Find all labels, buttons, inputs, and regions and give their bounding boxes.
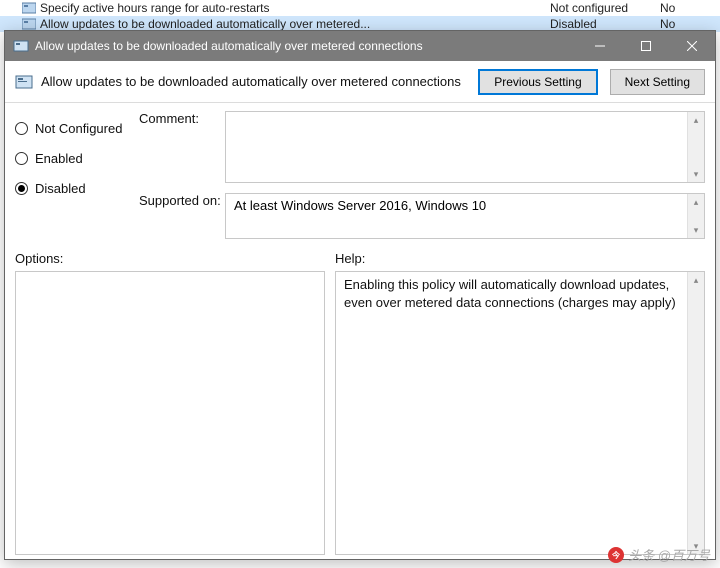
radio-label: Disabled xyxy=(35,181,86,196)
options-panel xyxy=(15,271,325,555)
maximize-button[interactable] xyxy=(623,31,669,61)
svg-text:今: 今 xyxy=(611,550,620,560)
supported-on-box: At least Windows Server 2016, Windows 10… xyxy=(225,193,705,239)
watermark-text: 头条 @百万号 xyxy=(628,545,710,564)
comment-label: Comment: xyxy=(139,111,225,126)
dialog-heading: Allow updates to be downloaded automatic… xyxy=(41,74,478,89)
scroll-up-icon: ▴ xyxy=(694,194,699,210)
options-label: Options: xyxy=(15,245,325,271)
policy-comment-col: No xyxy=(660,17,720,31)
scrollbar[interactable]: ▴▾ xyxy=(687,272,704,554)
scrollbar[interactable]: ▴▾ xyxy=(687,194,704,238)
next-setting-button[interactable]: Next Setting xyxy=(610,69,705,95)
policy-name: Specify active hours range for auto-rest… xyxy=(40,1,550,15)
scroll-down-icon: ▾ xyxy=(694,222,699,238)
policy-comment-col: No xyxy=(660,1,720,15)
help-label: Help: xyxy=(335,245,705,271)
watermark: 今 头条 @百万号 xyxy=(608,545,710,564)
close-button[interactable] xyxy=(669,31,715,61)
help-text: Enabling this policy will automatically … xyxy=(344,277,676,310)
scrollbar[interactable]: ▴▾ xyxy=(687,112,704,182)
help-panel: Enabling this policy will automatically … xyxy=(335,271,705,555)
titlebar[interactable]: Allow updates to be downloaded automatic… xyxy=(5,31,715,61)
dialog-header: Allow updates to be downloaded automatic… xyxy=(5,61,715,103)
scroll-up-icon: ▴ xyxy=(694,272,699,288)
supported-on-text: At least Windows Server 2016, Windows 10 xyxy=(234,198,486,213)
supported-label: Supported on: xyxy=(139,193,225,239)
policy-state: Not configured xyxy=(550,1,660,15)
policy-state: Disabled xyxy=(550,17,660,31)
scroll-up-icon: ▴ xyxy=(694,112,699,128)
policy-name: Allow updates to be downloaded automatic… xyxy=(40,17,550,31)
radio-icon xyxy=(15,152,28,165)
window-title: Allow updates to be downloaded automatic… xyxy=(35,39,577,53)
policy-icon xyxy=(22,1,36,15)
minimize-button[interactable] xyxy=(577,31,623,61)
previous-setting-button[interactable]: Previous Setting xyxy=(478,69,597,95)
scroll-down-icon: ▾ xyxy=(694,166,699,182)
radio-label: Enabled xyxy=(35,151,83,166)
policy-icon xyxy=(15,73,33,91)
disabled-radio[interactable]: Disabled xyxy=(15,173,139,203)
policy-dialog: Allow updates to be downloaded automatic… xyxy=(4,30,716,560)
state-radio-group: Not Configured Enabled Disabled xyxy=(15,111,139,239)
policy-icon xyxy=(22,17,36,31)
policy-row[interactable]: Specify active hours range for auto-rest… xyxy=(0,0,720,16)
radio-icon xyxy=(15,122,28,135)
watermark-logo-icon: 今 xyxy=(608,547,624,563)
window-icon xyxy=(13,38,29,54)
enabled-radio[interactable]: Enabled xyxy=(15,143,139,173)
not-configured-radio[interactable]: Not Configured xyxy=(15,113,139,143)
radio-icon xyxy=(15,182,28,195)
comment-textarea[interactable]: ▴▾ xyxy=(225,111,705,183)
radio-label: Not Configured xyxy=(35,121,122,136)
policy-list: Specify active hours range for auto-rest… xyxy=(0,0,720,32)
